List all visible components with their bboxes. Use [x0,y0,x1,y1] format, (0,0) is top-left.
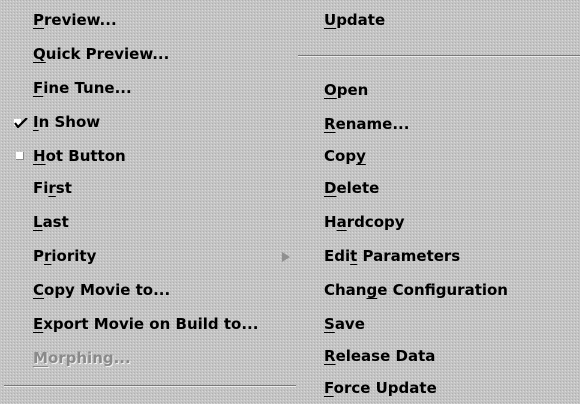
menu-item-hardcopy[interactable]: Hardcopy [296,206,580,238]
menu-item-force-update[interactable]: Force Update [296,372,580,404]
menu-item-copy[interactable]: Copy [296,140,580,172]
menu-item-edit-parameters[interactable]: Edit Parameters [296,240,580,272]
menu-item-priority[interactable]: Priority [0,240,296,272]
menu-separator [4,385,296,387]
submenu-arrow-icon [282,252,290,262]
checkmark-icon [14,118,28,128]
menu-item-change-configuration[interactable]: Change Configuration [296,274,580,306]
menu-item-in-show[interactable]: In Show [0,106,296,138]
menu-separator [298,55,580,57]
checkbox-empty-icon [16,152,24,160]
menu-item-update[interactable]: Update [296,4,580,36]
menu-item-fine-tune[interactable]: Fine Tune... [0,72,296,104]
menu-item-copy-movie-to[interactable]: Copy Movie to... [0,274,296,306]
menu-item-save[interactable]: Save [296,308,580,340]
left-menu-column: Preview... Quick Preview... Fine Tune...… [0,0,296,404]
menu-item-release-data[interactable]: Release Data [296,340,580,372]
menu-item-open[interactable]: Open [296,74,580,106]
context-menu: Preview... Quick Preview... Fine Tune...… [0,0,580,404]
right-menu-column: Update Open Rename... Copy Delete Hardco… [296,0,580,404]
menu-item-quick-preview[interactable]: Quick Preview... [0,38,296,70]
menu-item-morphing: Morphing... [33,349,131,367]
menu-item-preview[interactable]: Preview... [0,4,296,36]
menu-item-rename[interactable]: Rename... [296,108,580,140]
menu-item-last[interactable]: Last [0,206,296,238]
menu-item-export-movie-on-build-to[interactable]: Export Movie on Build to... [0,308,296,340]
menu-item-delete[interactable]: Delete [296,172,580,204]
menu-item-hot-button[interactable]: Hot Button [0,140,296,172]
menu-item-first[interactable]: First [0,172,296,204]
